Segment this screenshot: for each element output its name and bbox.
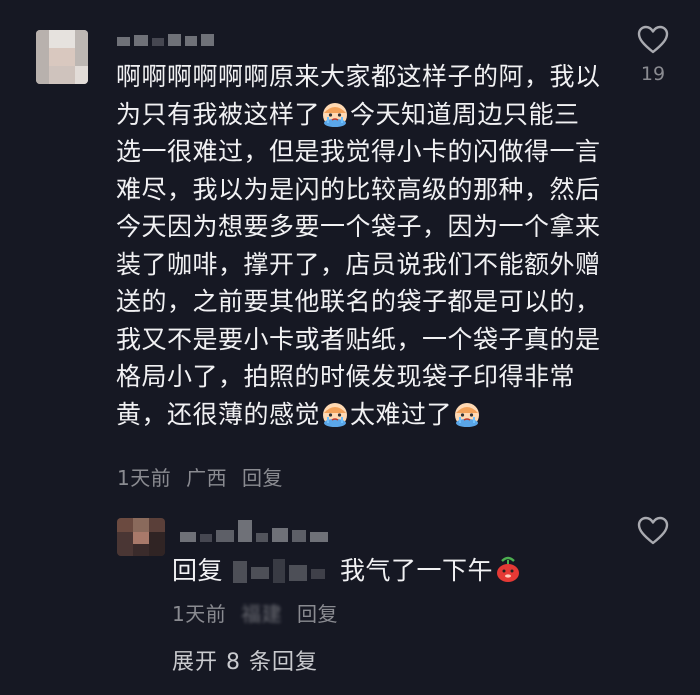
- commenter-name[interactable]: [117, 34, 214, 46]
- comment-line: 我又不是要小卡或者贴纸，一个袋子真的是: [116, 324, 601, 354]
- reply-prefix: 回复: [172, 556, 224, 585]
- reply-body: 回复 我气了一下午: [172, 551, 523, 587]
- reply-button[interactable]: 回复: [242, 466, 283, 490]
- comment-line: 今天因为想要多要一个袋子，因为一个拿来: [116, 212, 601, 241]
- reply-location: 福建: [241, 602, 283, 626]
- crying-face-emoji-icon: [455, 402, 480, 427]
- reply-time: 1天前: [172, 602, 227, 626]
- heart-icon: [637, 25, 669, 54]
- comment-line: 啊啊啊啊啊啊原来大家都这样子的阿，我以: [116, 62, 601, 91]
- comment-line: 为只有我被这样了 今天知道周边只能三: [116, 99, 580, 129]
- expand-replies-button[interactable]: 展开 8 条回复: [172, 644, 318, 676]
- comment-line: 选一很难过，但是我觉得小卡的闪做得一言: [116, 137, 601, 166]
- comment-meta: 1天前 广西 回复: [117, 462, 291, 491]
- comment-line: 难尽，我以为是闪的比较高级的那种，然后: [116, 174, 601, 204]
- reply-content: 我气了一下午: [340, 556, 494, 585]
- red-bean-emoji-icon: [497, 556, 520, 582]
- comment-time: 1天前: [117, 466, 172, 490]
- reply-like-button[interactable]: [636, 516, 670, 546]
- comment-body: 啊啊啊啊啊啊原来大家都这样子的阿，我以 为只有我被这样了 今天知道周边只能三 选一…: [116, 58, 616, 433]
- crying-face-emoji-icon: [323, 102, 348, 127]
- comment-line: 送的，之前要其他联名的袋子都是可以的，: [116, 287, 601, 316]
- mentioned-user[interactable]: [229, 557, 334, 587]
- heart-icon: [637, 516, 669, 545]
- replier-name[interactable]: [180, 520, 328, 542]
- comment-location: 广西: [186, 466, 228, 490]
- like-button[interactable]: 19: [636, 25, 670, 85]
- reply-meta: 1天前 福建 回复: [172, 598, 346, 627]
- comment-line: 黄，还很薄的感觉 太难过了: [116, 396, 616, 434]
- comment-line: 装了咖啡，撑开了，店员说我们不能额外赠: [116, 249, 601, 279]
- reply-to-reply-button[interactable]: 回复: [297, 602, 338, 626]
- avatar[interactable]: [36, 30, 88, 84]
- crying-face-emoji-icon: [323, 402, 348, 427]
- comment-line: 格局小了，拍照的时候发现袋子印得非常: [116, 362, 576, 391]
- like-count: 19: [640, 63, 666, 85]
- reply-avatar[interactable]: [117, 518, 165, 556]
